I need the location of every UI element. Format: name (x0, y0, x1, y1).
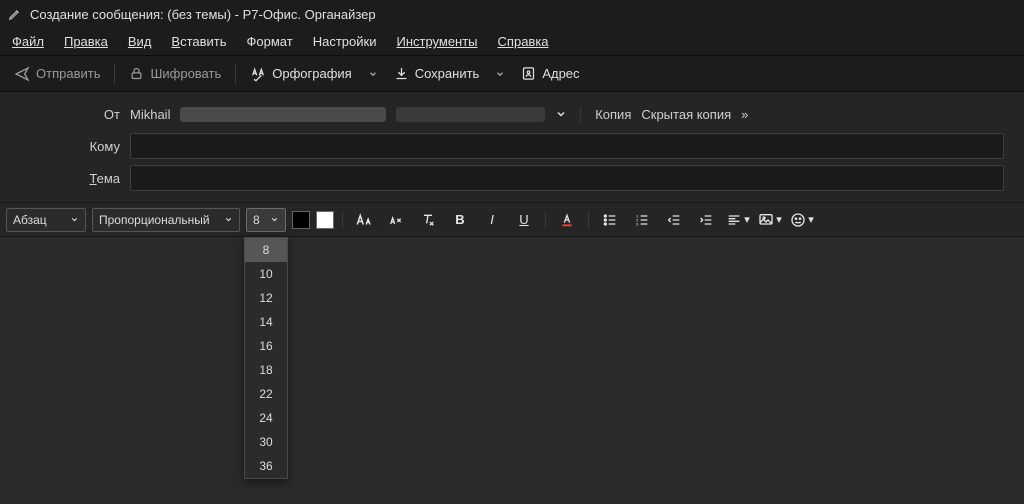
font-size-inc-button[interactable] (351, 208, 377, 232)
to-label: Кому (20, 139, 120, 154)
menu-format[interactable]: Формат (239, 30, 301, 53)
download-icon (394, 66, 409, 81)
font-family-combo[interactable]: Пропорциональный (92, 208, 240, 232)
separator (545, 211, 546, 229)
message-body-editor[interactable]: 8 10 12 14 16 18 22 24 30 36 (0, 237, 1024, 504)
save-label: Сохранить (415, 66, 480, 81)
size-option[interactable]: 22 (245, 382, 287, 406)
toolbar-separator (114, 64, 115, 84)
separator: │ (577, 107, 585, 122)
italic-button[interactable]: I (479, 208, 505, 232)
emoji-button[interactable]: ▾ (789, 208, 815, 232)
save-dropdown[interactable] (489, 69, 511, 79)
menu-file[interactable]: Файл (4, 30, 52, 53)
format-toolbar: Абзац Пропорциональный 8 B I U 123 (0, 203, 1024, 237)
size-option[interactable]: 36 (245, 454, 287, 478)
align-button[interactable]: ▾ (725, 208, 751, 232)
chevron-down-icon: ▾ (776, 213, 782, 226)
separator (342, 211, 343, 229)
menu-insert[interactable]: Вставить (163, 30, 234, 53)
chevron-down-icon (224, 215, 233, 224)
menu-help[interactable]: Справка (490, 30, 557, 53)
indent-button[interactable] (693, 208, 719, 232)
menu-edit[interactable]: Правка (56, 30, 116, 53)
from-label: От (20, 107, 120, 122)
bullet-list-button[interactable] (597, 208, 623, 232)
clear-formatting-button[interactable] (415, 208, 441, 232)
separator (588, 211, 589, 229)
lock-icon (129, 66, 144, 81)
size-option[interactable]: 30 (245, 430, 287, 454)
address-label: Адрес (542, 66, 579, 81)
numbered-list-button[interactable]: 123 (629, 208, 655, 232)
addressbook-icon (521, 66, 536, 81)
bg-color-swatch[interactable] (316, 211, 334, 229)
bcc-link[interactable]: Скрытая копия (641, 107, 731, 122)
spelling-dropdown[interactable] (362, 69, 384, 79)
size-option[interactable]: 8 (245, 238, 287, 262)
paragraph-style-combo[interactable]: Абзац (6, 208, 86, 232)
size-option[interactable]: 24 (245, 406, 287, 430)
spelling-icon (250, 66, 266, 82)
from-row: От Mikhail xxxxxxxx xxxxxxxxxxxxxxxxxxxx… (20, 98, 1004, 130)
chevron-down-icon[interactable] (555, 108, 567, 120)
size-option[interactable]: 16 (245, 334, 287, 358)
address-button[interactable]: Адрес (513, 62, 587, 85)
from-name: Mikhail (130, 107, 170, 122)
compose-icon (8, 7, 22, 21)
from-redacted-2: xxxxxxxxxxxxxxxxxxxxxxx (396, 107, 546, 122)
insert-image-button[interactable]: ▾ (757, 208, 783, 232)
menubar: Файл Правка Вид Вставить Формат Настройк… (0, 28, 1024, 56)
from-field[interactable]: Mikhail xxxxxxxx xxxxxxxxxxxxxxxxxxxxxxx… (130, 107, 1004, 122)
subject-label: Тема (20, 171, 120, 186)
chevron-down-icon: ▾ (744, 213, 750, 226)
menu-settings[interactable]: Настройки (305, 30, 385, 53)
size-option[interactable]: 12 (245, 286, 287, 310)
spelling-button[interactable]: Орфография (242, 62, 359, 86)
size-option[interactable]: 14 (245, 310, 287, 334)
send-icon (14, 66, 30, 82)
titlebar: Создание сообщения: (без темы) - Р7-Офис… (0, 0, 1024, 28)
outdent-button[interactable] (661, 208, 687, 232)
chevron-down-icon (270, 215, 279, 224)
font-color-button[interactable] (554, 208, 580, 232)
toolbar: Отправить Шифровать Орфография Сохранить… (0, 56, 1024, 92)
bold-button[interactable]: B (447, 208, 473, 232)
underline-button[interactable]: U (511, 208, 537, 232)
font-size-combo[interactable]: 8 (246, 208, 286, 232)
subject-row: Тема (20, 162, 1004, 194)
menu-tools[interactable]: Инструменты (388, 30, 485, 53)
save-button[interactable]: Сохранить (386, 62, 488, 85)
window-title: Создание сообщения: (без темы) - Р7-Офис… (30, 7, 376, 22)
to-input[interactable] (130, 133, 1004, 159)
message-headers: От Mikhail xxxxxxxx xxxxxxxxxxxxxxxxxxxx… (0, 92, 1024, 203)
send-label: Отправить (36, 66, 100, 81)
spelling-label: Орфография (272, 66, 351, 81)
svg-text:3: 3 (636, 221, 639, 226)
size-option[interactable]: 10 (245, 262, 287, 286)
font-size-dropdown: 8 10 12 14 16 18 22 24 30 36 (244, 237, 288, 479)
size-option[interactable]: 18 (245, 358, 287, 382)
send-button[interactable]: Отправить (6, 62, 108, 86)
cc-link[interactable]: Копия (595, 107, 631, 122)
encrypt-button[interactable]: Шифровать (121, 62, 229, 85)
toolbar-separator (235, 64, 236, 84)
chevron-down-icon (70, 215, 79, 224)
text-color-swatch[interactable] (292, 211, 310, 229)
subject-input[interactable] (130, 165, 1004, 191)
expand-headers[interactable]: » (741, 107, 748, 122)
to-row: Кому (20, 130, 1004, 162)
from-redacted: xxxxxxxx xxxxxxxxxxxxxxxxxxxxxxx (180, 107, 385, 122)
font-size-dec-button[interactable] (383, 208, 409, 232)
encrypt-label: Шифровать (150, 66, 221, 81)
chevron-down-icon: ▾ (808, 213, 814, 226)
menu-view[interactable]: Вид (120, 30, 160, 53)
